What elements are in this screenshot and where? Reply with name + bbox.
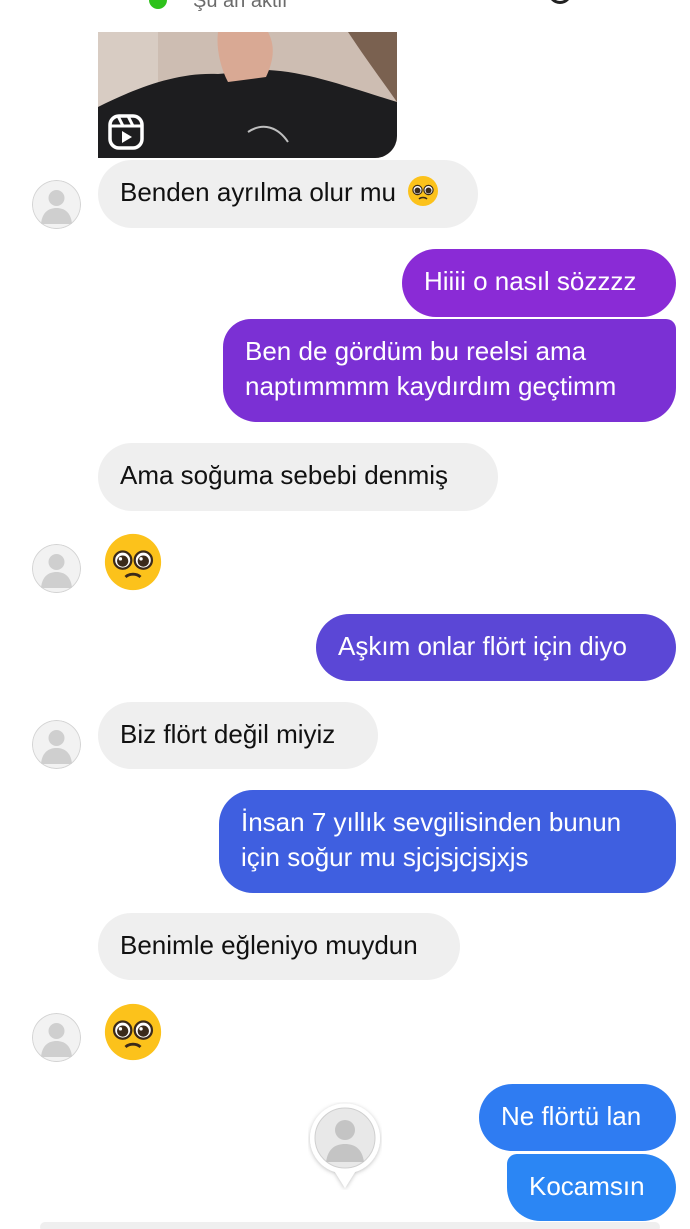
message-text-line: Ben de gördüm bu reelsi ama bbox=[245, 336, 587, 366]
sender-avatar[interactable] bbox=[32, 544, 81, 593]
message-bubble-outgoing[interactable]: Ben de gördüm bu reelsi ama naptımmmm ka… bbox=[223, 319, 676, 422]
message-text-line: naptımmmm kaydırdım geçtimm bbox=[245, 371, 617, 401]
message-bubble-outgoing[interactable]: Ne flörtü lan bbox=[479, 1084, 676, 1151]
sender-avatar[interactable] bbox=[32, 1013, 81, 1062]
message-text: Hiiii o nasıl sözzzz bbox=[424, 266, 637, 296]
seen-by-avatar[interactable] bbox=[308, 1102, 382, 1190]
pleading-face-emoji[interactable] bbox=[103, 532, 163, 592]
message-bubble-outgoing[interactable]: İnsan 7 yıllık sevgilisinden bunun için … bbox=[219, 790, 676, 893]
pleading-face-emoji[interactable] bbox=[103, 1002, 163, 1062]
message-text: Ne flörtü lan bbox=[501, 1101, 642, 1131]
profile-placeholder-icon bbox=[32, 180, 81, 229]
message-text: Biz flört değil miyiz bbox=[120, 719, 336, 749]
online-indicator bbox=[149, 0, 167, 9]
message-text-line: İnsan 7 yıllık sevgilisinden bunun bbox=[241, 807, 622, 837]
message-bubble-outgoing[interactable]: Aşkım onlar flört için diyo bbox=[316, 614, 676, 681]
message-text: Ama soğuma sebebi denmiş bbox=[120, 460, 449, 490]
message-text: Benimle eğleniyo muydun bbox=[120, 930, 418, 960]
message-text: Benden ayrılma olur mu bbox=[120, 177, 397, 207]
active-status: Şu an aktif bbox=[193, 0, 288, 12]
message-text: Kocamsın bbox=[529, 1171, 645, 1201]
pleading-face-emoji bbox=[408, 176, 439, 206]
message-input-bar[interactable] bbox=[40, 1222, 660, 1229]
message-text: Aşkım onlar flört için diyo bbox=[338, 631, 627, 661]
message-bubble-outgoing[interactable]: Hiiii o nasıl sözzzz bbox=[402, 249, 676, 317]
profile-placeholder-icon bbox=[32, 720, 81, 769]
profile-placeholder-icon bbox=[32, 544, 81, 593]
call-icon[interactable] bbox=[548, 0, 572, 4]
reels-icon bbox=[108, 114, 144, 150]
message-bubble-incoming[interactable]: Benden ayrılma olur mu bbox=[98, 160, 478, 228]
message-bubble-incoming[interactable]: Biz flört değil miyiz bbox=[98, 702, 378, 769]
message-text-line: için soğur mu sjcjsjcjsjxjs bbox=[241, 842, 529, 872]
message-bubble-incoming[interactable]: Benimle eğleniyo muydun bbox=[98, 913, 460, 980]
sender-avatar[interactable] bbox=[32, 180, 81, 229]
chat-header: Şu an aktif bbox=[0, 0, 690, 22]
shared-reel-preview[interactable] bbox=[98, 32, 397, 158]
profile-placeholder-icon bbox=[32, 1013, 81, 1062]
message-bubble-outgoing[interactable]: Kocamsın bbox=[507, 1154, 676, 1221]
sender-avatar[interactable] bbox=[32, 720, 81, 769]
message-bubble-incoming[interactable]: Ama soğuma sebebi denmiş bbox=[98, 443, 498, 511]
